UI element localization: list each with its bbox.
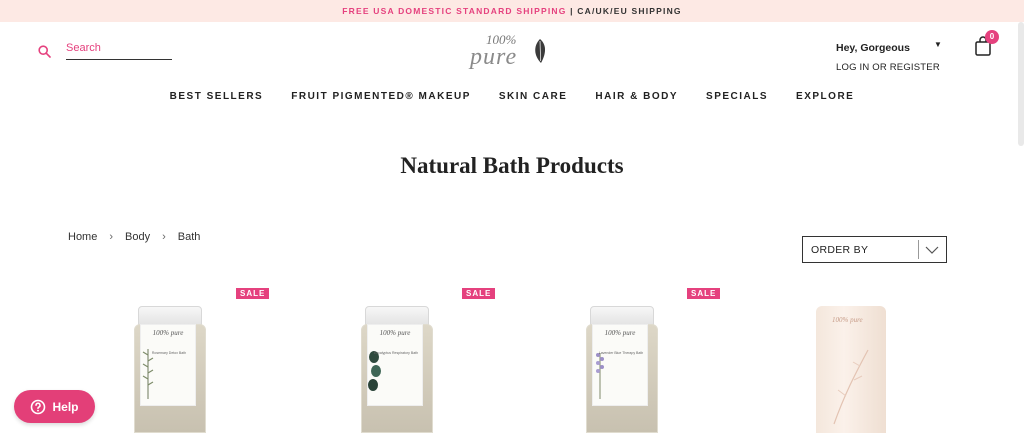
breadcrumb-home[interactable]: Home — [68, 231, 97, 243]
nav-specials[interactable]: SPECIALS — [706, 91, 768, 102]
jar-brand: 100% pure — [604, 329, 636, 337]
jar-product-name: Rosemary Detox Bath — [151, 351, 187, 355]
nav-explore[interactable]: EXPLORE — [796, 91, 854, 102]
product-image-body-tube[interactable]: 100% pure — [816, 306, 886, 433]
main-navigation: BEST SELLERS FRUIT PIGMENTED® MAKEUP SKI… — [0, 91, 1024, 102]
breadcrumb-bath: Bath — [177, 231, 201, 243]
product-image-eucalyptus-bath[interactable]: 100% pure Eucalyptus Respiratory Bath — [361, 306, 433, 433]
nav-hair-body[interactable]: HAIR & BODY — [595, 91, 678, 102]
cart-count-badge: 0 — [985, 30, 999, 44]
search-bar — [38, 42, 172, 60]
jar-lid — [138, 306, 202, 326]
jar-product-name: Lavender Blue Therapy Bath — [598, 351, 644, 355]
nav-fruit-pigmented-makeup[interactable]: FRUIT PIGMENTED® MAKEUP — [291, 91, 471, 102]
order-by-divider — [918, 240, 919, 259]
cart-button[interactable]: 0 — [974, 30, 1000, 56]
jar-label: 100% pure Rosemary Detox Bath — [140, 324, 196, 406]
breadcrumb-separator: › — [109, 231, 114, 243]
announcement-separator: | — [566, 6, 578, 16]
login-register-link[interactable]: LOG IN OR REGISTER — [836, 62, 940, 73]
floral-branch-icon — [833, 349, 869, 425]
jar-brand: 100% pure — [379, 329, 411, 337]
product-image-rosemary-bath[interactable]: 100% pure Rosemary Detox Bath — [134, 306, 206, 433]
announcement-rest[interactable]: CA/UK/EU SHIPPING — [577, 6, 681, 16]
announcement-bar: FREE USA DOMESTIC STANDARD SHIPPING | CA… — [0, 0, 1024, 22]
logo-wordmark: pure — [470, 44, 518, 70]
order-by-select[interactable]: ORDER BY — [802, 236, 947, 263]
product-image-lavender-bath[interactable]: 100% pure Lavender Blue Therapy Bath — [586, 306, 658, 433]
help-label: Help — [52, 399, 79, 414]
chevron-down-icon[interactable] — [924, 243, 940, 257]
tube-brand: 100% pure — [832, 316, 863, 324]
sale-badge: SALE — [462, 288, 496, 299]
jar-brand: 100% pure — [152, 329, 184, 337]
page-title: Natural Bath Products — [400, 153, 624, 178]
jar-lid — [590, 306, 654, 326]
sale-badge: SALE — [687, 288, 721, 299]
sale-badge: SALE — [236, 288, 270, 299]
breadcrumb: Home › Body › Bath — [68, 231, 200, 243]
order-by-label: ORDER BY — [811, 244, 869, 256]
account-greeting[interactable]: Hey, Gorgeous — [836, 42, 910, 54]
search-icon[interactable] — [38, 44, 51, 58]
brand-logo[interactable]: 100% pure — [470, 32, 552, 72]
account-menu[interactable]: Hey, Gorgeous ▼ LOG IN OR REGISTER — [836, 38, 942, 73]
caret-down-icon[interactable]: ▼ — [934, 40, 942, 49]
help-button[interactable]: Help — [14, 390, 95, 423]
breadcrumb-body[interactable]: Body — [125, 231, 150, 243]
breadcrumb-separator: › — [162, 231, 166, 243]
search-input[interactable] — [66, 42, 172, 60]
announcement-highlight[interactable]: FREE USA DOMESTIC STANDARD SHIPPING — [342, 6, 566, 16]
nav-skin-care[interactable]: SKIN CARE — [499, 91, 568, 102]
jar-lid — [365, 306, 429, 326]
nav-best-sellers[interactable]: BEST SELLERS — [170, 91, 264, 102]
page-scrollbar[interactable] — [1018, 22, 1024, 146]
question-circle-icon — [31, 399, 46, 414]
jar-label: 100% pure Eucalyptus Respiratory Bath — [367, 324, 423, 406]
jar-label: 100% pure Lavender Blue Therapy Bath — [592, 324, 648, 406]
leaf-icon — [535, 39, 546, 63]
jar-product-name: Eucalyptus Respiratory Bath — [373, 351, 419, 355]
